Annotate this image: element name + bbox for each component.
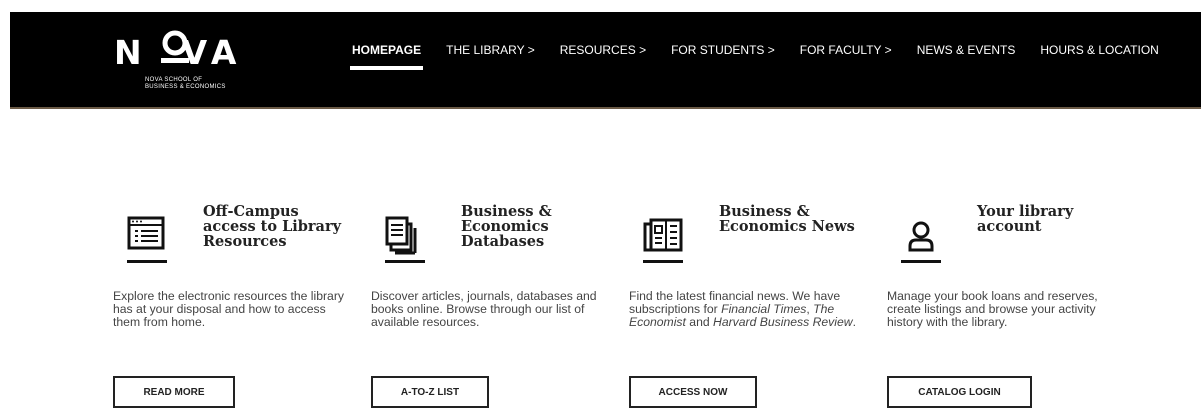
card-title: Business & Economics News — [719, 203, 855, 235]
nav-for-faculty[interactable]: FOR FACULTY > — [800, 43, 892, 57]
logo-subtitle-line2: BUSINESS & ECONOMICS — [145, 84, 226, 90]
catalog-login-button[interactable]: CATALOG LOGIN — [887, 376, 1032, 408]
access-now-button[interactable]: ACCESS NOW — [629, 376, 757, 408]
nova-logo[interactable]: N VA NOVA SCHOOL OF BUSINESS & ECONOMICS — [114, 22, 264, 92]
desc-hbr: Harvard Business Review — [713, 315, 853, 329]
card-description: Manage your book loans and reserves, cre… — [887, 289, 1098, 329]
logo-subtitle: NOVA SCHOOL OF BUSINESS & ECONOMICS — [145, 77, 226, 91]
card-title: Business & Economics Databases — [461, 203, 552, 250]
card-title: Off-Campus access to Library Resources — [203, 203, 342, 250]
desc-text: . — [852, 315, 856, 329]
logo-subtitle-line1: NOVA SCHOOL OF — [145, 77, 203, 83]
laptop-list-icon — [127, 216, 167, 263]
card-title: Your library account — [977, 203, 1074, 235]
nav-resources[interactable]: RESOURCES > — [560, 43, 646, 57]
site-header: N VA NOVA SCHOOL OF BUSINESS & ECONOMICS … — [10, 12, 1201, 109]
desc-text: and — [685, 315, 714, 329]
main-nav: HOMEPAGE THE LIBRARY > RESOURCES > FOR S… — [349, 43, 1184, 70]
desc-financial-times: Financial Times — [721, 302, 807, 316]
nav-the-library[interactable]: THE LIBRARY > — [446, 43, 535, 57]
nav-homepage[interactable]: HOMEPAGE — [349, 43, 424, 70]
newspaper-icon — [643, 218, 683, 263]
card-description: Discover articles, journals, databases a… — [371, 289, 597, 329]
documents-icon — [385, 216, 425, 263]
card-description: Explore the electronic resources the lib… — [113, 289, 344, 329]
user-account-icon — [901, 221, 941, 263]
card-description: Find the latest financial news. We have … — [629, 290, 869, 329]
a-to-z-list-button[interactable]: A-TO-Z LIST — [371, 376, 489, 408]
nav-news-events[interactable]: NEWS & EVENTS — [917, 43, 1016, 57]
nav-for-students[interactable]: FOR STUDENTS > — [671, 43, 775, 57]
read-more-button[interactable]: READ MORE — [113, 376, 235, 408]
nav-hours-location[interactable]: HOURS & LOCATION — [1040, 43, 1158, 57]
logo-o-icon — [161, 30, 189, 63]
